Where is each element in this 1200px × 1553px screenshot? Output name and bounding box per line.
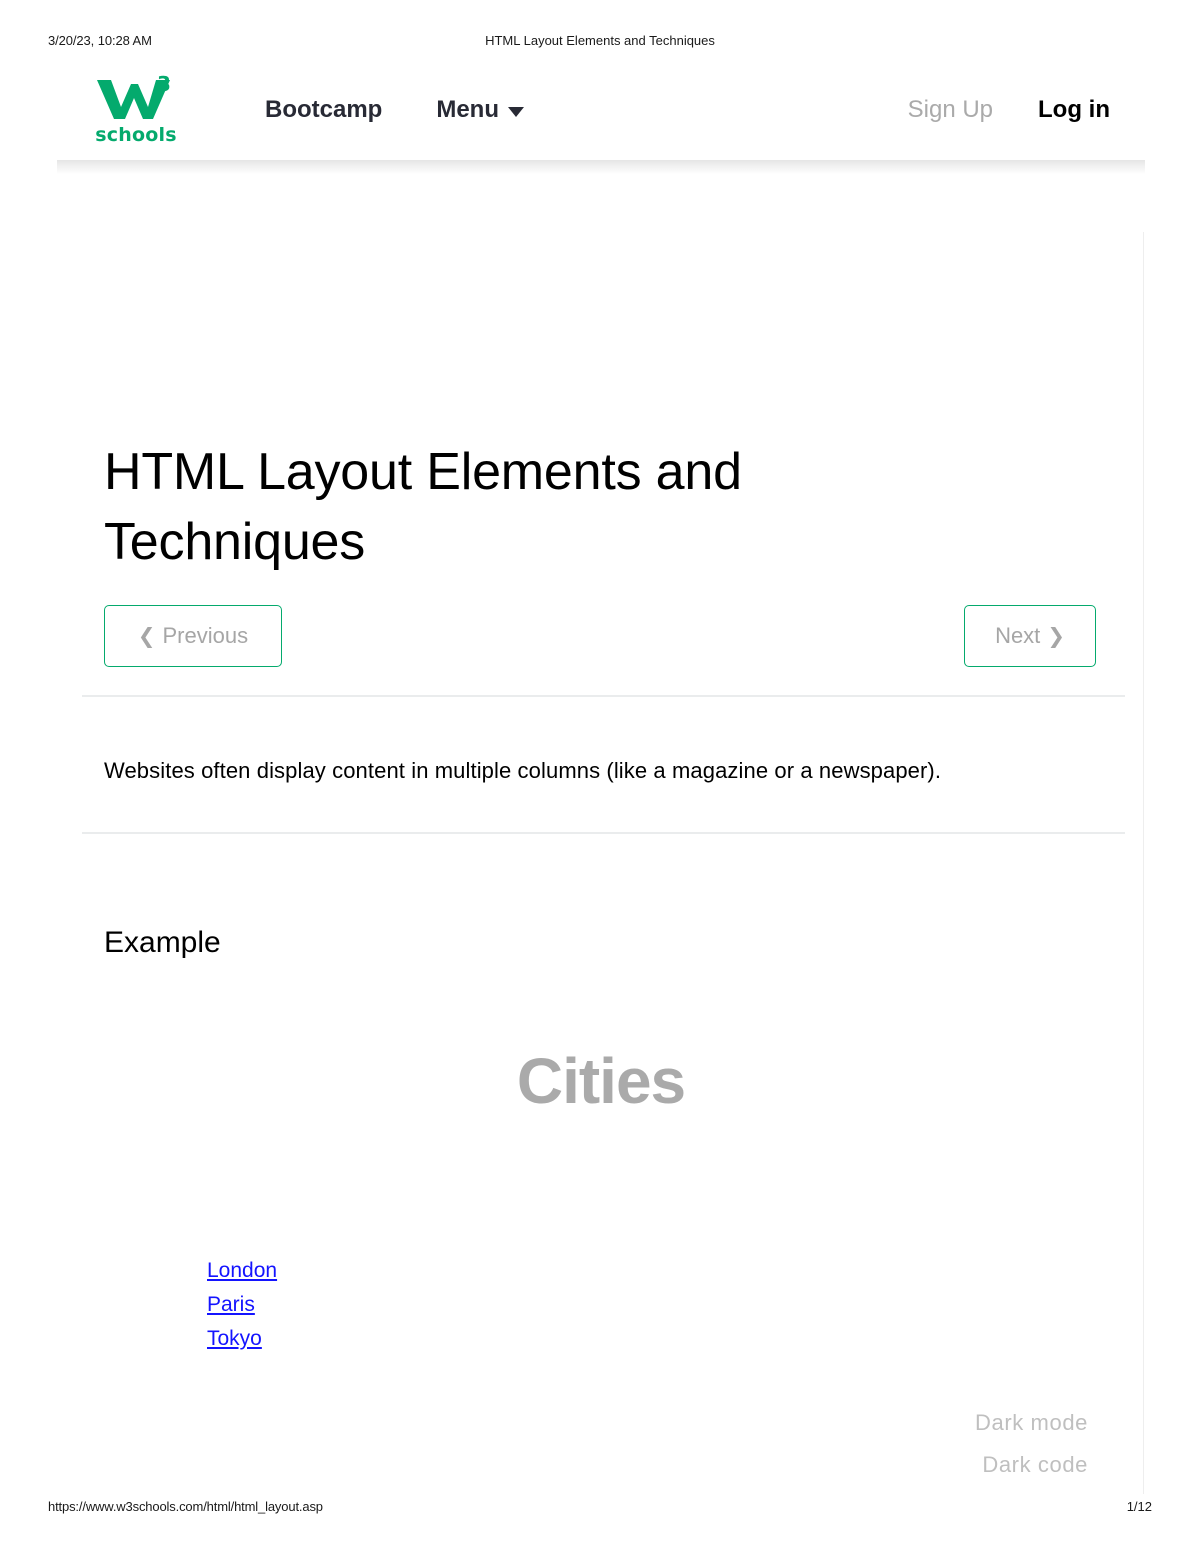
chevron-right-icon: ❯ — [1047, 624, 1065, 648]
demo-link-tokyo[interactable]: Tokyo — [207, 1322, 262, 1356]
logo-wordmark: schools — [95, 124, 177, 146]
nav-item-menu-label: Menu — [436, 96, 500, 123]
demo-link-paris[interactable]: Paris — [207, 1288, 255, 1322]
lead-paragraph: Websites often display content in multip… — [104, 758, 942, 783]
w3schools-logo[interactable]: 3 schools — [90, 74, 182, 146]
nav-item-bootcamp-label: Bootcamp — [265, 96, 383, 123]
print-header: 3/20/23, 10:28 AM HTML Layout Elements a… — [0, 30, 1200, 50]
log-in-button[interactable]: Log in — [1038, 96, 1110, 124]
svg-text:3: 3 — [157, 74, 171, 96]
main-content: HTML Layout Elements and Techniques ❮ Pr… — [57, 232, 1143, 1494]
dark-mode-toggle[interactable]: Dark mode — [918, 1402, 1088, 1444]
print-document-title: HTML Layout Elements and Techniques — [485, 32, 715, 48]
primary-nav: Bootcamp Menu — [265, 60, 525, 160]
previous-button-label: Previous — [162, 623, 249, 648]
sign-up-button[interactable]: Sign Up — [908, 96, 993, 124]
account-nav: Sign Up Log in — [908, 60, 1110, 160]
page-title: HTML Layout Elements and Techniques — [104, 442, 742, 572]
next-button-label: Next — [995, 623, 1041, 648]
divider-bottom — [82, 832, 1125, 834]
next-button[interactable]: Next ❯ — [964, 605, 1096, 667]
chevron-down-icon — [508, 107, 525, 117]
w3-logo-icon: 3 — [93, 74, 179, 120]
header-shadow — [57, 160, 1145, 174]
dark-code-toggle[interactable]: Dark code — [918, 1444, 1088, 1472]
demo-heading: Cities — [516, 1045, 686, 1117]
print-source-url: https://www.w3schools.com/html/html_layo… — [48, 1499, 323, 1514]
example-heading: Example — [104, 925, 221, 959]
chevron-left-icon: ❮ — [137, 624, 156, 648]
dark-mode-widget: Dark mode Dark code — [918, 1402, 1088, 1472]
demo-nav-list: London Paris Tokyo — [207, 1254, 277, 1356]
previous-button[interactable]: ❮ Previous — [104, 605, 282, 667]
demo-link-london[interactable]: London — [207, 1254, 277, 1288]
nav-item-menu[interactable]: Menu — [436, 96, 525, 124]
nav-item-bootcamp[interactable]: Bootcamp — [265, 96, 382, 124]
site-header: 3 schools Bootcamp Menu Sign Up Log in — [57, 60, 1145, 160]
print-footer: https://www.w3schools.com/html/html_layo… — [0, 1499, 1200, 1517]
tutorial-pager: ❮ Previous Next ❯ — [104, 605, 1096, 667]
divider-top — [82, 695, 1125, 697]
content-column-divider — [1143, 232, 1144, 1494]
example-preview-frame: Cities London Paris Tokyo — [104, 1004, 1098, 1464]
print-page-number: 1/12 — [1126, 1499, 1152, 1514]
